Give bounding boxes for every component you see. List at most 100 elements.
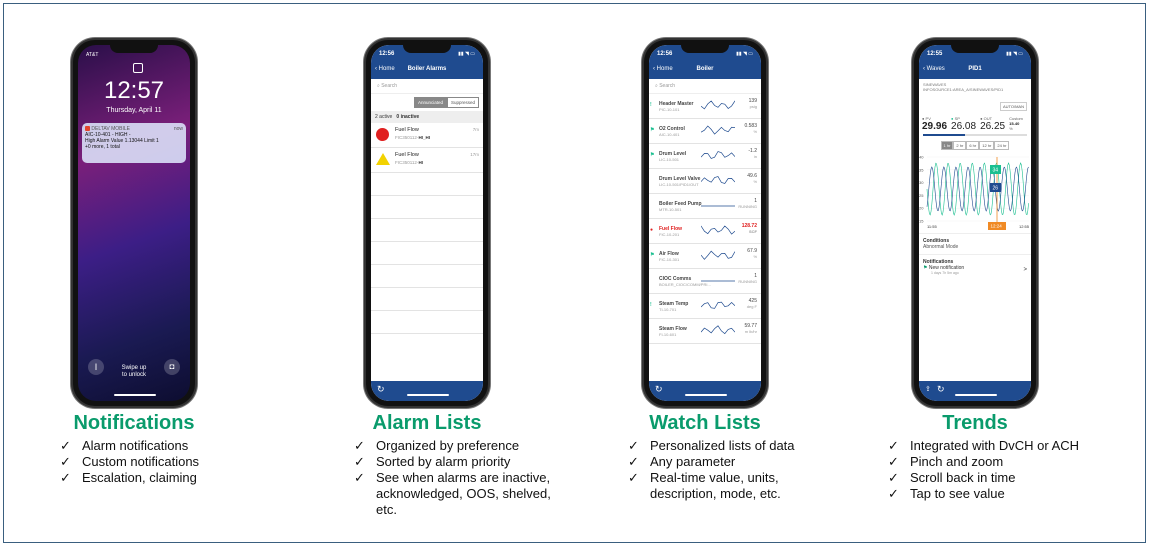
warning-alarm-icon <box>376 153 390 165</box>
search-input[interactable]: ⌕ Search <box>649 79 761 94</box>
row-tag: MTR-10-501 <box>659 206 682 212</box>
row-name: Boiler Feed Pump <box>659 200 702 207</box>
y-tick-label: 40 <box>919 155 924 160</box>
feature-item: ✓ See when alarms are inactive, acknowled… <box>354 470 551 517</box>
feature-item: ✓ Any parameter <box>628 454 736 469</box>
check-icon: ✓ <box>354 438 365 453</box>
row-name: Header Master <box>659 100 694 107</box>
watch-list-row[interactable]: ! Header Master PIC-10-101 139 psig <box>649 94 761 119</box>
value-range-bar <box>923 134 965 136</box>
tab-suppressed[interactable]: Suppressed <box>446 97 479 108</box>
status-icon: ⚑ <box>650 152 655 158</box>
feature-list: ✓ Integrated with DvCH or ACH ✓ Pinch and z… <box>888 438 1088 502</box>
row-tag: LIC-10-501/PID1/OUT <box>659 181 699 187</box>
alarm-row[interactable]: Fuel Flow FIC350112-HI_HI 7m <box>371 123 483 148</box>
watch-list-row[interactable]: ! Steam Temp TI-10-701 425 deg F <box>649 294 761 319</box>
tag-path: SINEWAVES INFOSOURCE1:AREA_A/SINEWAVES/PI… <box>923 82 1004 92</box>
notif-time: now <box>173 126 183 132</box>
bottom-toolbar: ↻ <box>371 381 483 401</box>
check-icon: ✓ <box>354 454 365 469</box>
cursor-value-label: 34 <box>993 168 999 174</box>
range-button[interactable]: 6 hr <box>966 141 980 150</box>
cursor-value-label: 26 <box>993 186 999 192</box>
pv-value: 29.96 <box>922 121 948 132</box>
y-tick-label: 35 <box>919 167 924 172</box>
values-strip: ● PV 29.96 ● SP 26.08 ● OUT 26.25 Custom 15-… <box>922 116 1023 132</box>
critical-alarm-icon <box>376 128 389 141</box>
feature-item: ✓ Escalation, claiming <box>60 470 197 485</box>
feature-item: ✓ Tap to see value <box>888 486 1005 501</box>
screen-title: PID1 <box>968 66 982 72</box>
tab-annunciated[interactable]: Annunciated <box>413 97 447 108</box>
mode-button[interactable]: AUTO/MAN <box>999 102 1027 111</box>
check-icon: ✓ <box>888 470 899 485</box>
push-notification[interactable]: DELTAV MOBILE now AIC-10-401 - HIGH - Hi… <box>82 123 186 163</box>
watch-list-row[interactable]: ⚑ O2 Control AIC-10-401 0.583% <box>649 119 761 144</box>
row-name: Air Flow <box>659 250 679 257</box>
check-icon: ✓ <box>354 470 365 485</box>
range-button[interactable]: 2 hr <box>953 141 967 150</box>
feature-list: ✓ Personalized lists of data ✓ Any paramete… <box>628 438 828 502</box>
check-icon: ✓ <box>60 470 71 485</box>
row-tag: LIC-10-501 <box>659 156 680 162</box>
watch-list-row[interactable]: ● Fuel Flow FIC-10-201 128.72 SCF <box>649 219 761 244</box>
refresh-icon[interactable]: ↻ <box>655 384 663 395</box>
watch-list-row[interactable]: Drum Level Valve LIC-10-501/PID1/OUT 49.6% <box>649 169 761 194</box>
search-input[interactable]: ⌕ Search <box>371 79 483 94</box>
range-button[interactable]: 12 hr <box>979 141 995 150</box>
row-unit: RUNNING <box>738 204 757 209</box>
status-icon: ! <box>650 302 652 308</box>
row-name: O2 Control <box>659 125 685 132</box>
check-icon: ✓ <box>888 486 899 501</box>
sp-value: 26.08 <box>951 121 977 132</box>
row-unit: deg F <box>746 304 757 309</box>
phone-watch-lists: 12:56 ▮▮ ◥ ▭ ‹ Home Boiler ⌕ Search ! Hea… <box>644 40 766 406</box>
refresh-icon[interactable]: ↻ <box>937 384 945 395</box>
watch-list-row[interactable]: ⚑ Drum Level LIC-10-501 -1.2 in <box>649 144 761 169</box>
swipe-hint: Swipe up to unlock <box>121 365 147 378</box>
row-tag: AIC-10-401 <box>659 131 680 137</box>
feature-list: ✓ Alarm notifications ✓ Custom notification… <box>60 438 260 486</box>
status-time: 12:55 <box>927 51 943 57</box>
watch-list-row[interactable]: ⚑ Air Flow FIC-10-301 67.9% <box>649 244 761 269</box>
row-name: Fuel Flow <box>659 225 683 232</box>
row-unit: psig <box>749 104 757 109</box>
status-icon: ⚑ <box>650 127 655 133</box>
notifications-panel[interactable]: Notifications ⚑ New notification 1 days … <box>919 254 1031 279</box>
status-time: 12:56 <box>657 51 673 57</box>
bottom-toolbar: ↻ <box>649 381 761 401</box>
watch-list-row[interactable]: Steam Flow FI-10-601 59.77 m lb/hr <box>649 319 761 344</box>
row-name: Steam Flow <box>659 325 687 332</box>
check-icon: ✓ <box>628 454 639 469</box>
feature-item: ✓ Personalized lists of data <box>628 438 795 453</box>
section-title: Notifications <box>73 412 195 434</box>
cursor-time-label: 12:24 <box>991 224 1003 229</box>
feature-item: ✓ Real-time value, units, description, mo… <box>628 470 781 501</box>
row-unit: RUNNING <box>738 279 757 284</box>
screen-title: Boiler <box>696 66 714 72</box>
status-icons: ▮▮ ◥ ▭ <box>458 51 475 57</box>
trend-chart[interactable]: 40 35 30 25 20 15 34 26 11:55 12:55 12:24 <box>919 153 1031 233</box>
screen-title: Boiler Alarms <box>407 66 447 72</box>
row-unit: m lb/hr <box>744 329 757 334</box>
conditions-panel: Conditions Abnormal Mode <box>919 233 1031 254</box>
check-icon: ✓ <box>628 438 639 453</box>
feature-item: ✓ Pinch and zoom <box>888 454 1004 469</box>
row-unit: % <box>753 129 757 134</box>
carrier-label: AT&T <box>86 52 99 58</box>
trend-screen: 12:55 ▮▮ ◥ ▭ ‹ Waves PID1 SINEWAVES INFOS… <box>919 45 1031 401</box>
section-title: Trends <box>942 412 1008 434</box>
range-button[interactable]: 24 hr <box>994 141 1010 150</box>
share-icon[interactable]: ⇪ <box>925 385 931 393</box>
watch-list-row[interactable]: Boiler Feed Pump MTR-10-501 1 RUNNING <box>649 194 761 219</box>
row-name: Steam Temp <box>659 300 689 307</box>
watch-list-row[interactable]: CIOC Comms BOILER_CIOC/COMM/PRI... 1 RUNNIN… <box>649 269 761 294</box>
check-icon: ✓ <box>60 454 71 469</box>
row-tag: PIC-10-101 <box>659 106 680 112</box>
row-unit: % <box>753 254 757 259</box>
alarm-row[interactable]: Fuel Flow FIC350112-HI 17m <box>371 148 483 173</box>
check-icon: ✓ <box>888 438 899 453</box>
refresh-icon[interactable]: ↻ <box>377 384 385 395</box>
range-button[interactable]: 1 hr <box>940 141 954 150</box>
phone-alarm-lists: 12:56 ▮▮ ◥ ▭ ‹ Home Boiler Alarms ⌕ Sear… <box>366 40 488 406</box>
